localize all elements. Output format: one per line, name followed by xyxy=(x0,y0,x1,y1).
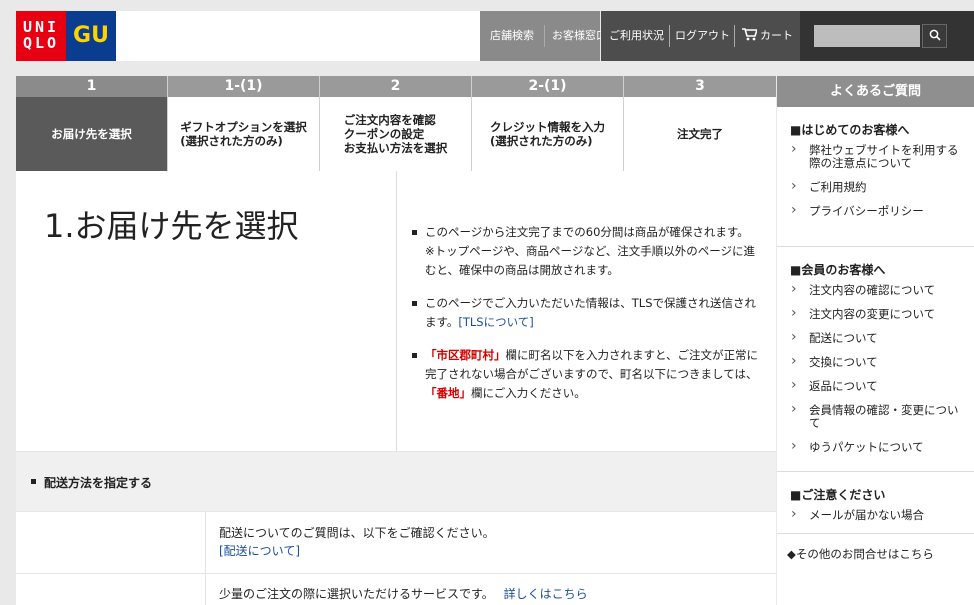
faq-link[interactable]: メールが届かない場合 xyxy=(777,508,974,522)
step-number: 2-(1) xyxy=(472,76,623,97)
row-label-cell xyxy=(16,512,206,573)
step-number: 1 xyxy=(16,76,167,97)
info-item-tls: このページでご入力いただいた情報は、TLSで保護され送信されます。[TLSについ… xyxy=(411,294,761,332)
step-2: 2 ご注文内容を確認 クーポンの設定 お支払い方法を選択 xyxy=(320,76,471,171)
nav-divider xyxy=(734,25,735,47)
info-item-address: 「市区郡町村」欄に町名以下を入力されますと、ご注文が正常に完了されない場合がござ… xyxy=(411,346,761,403)
faq-link[interactable]: プライバシーポリシー xyxy=(777,204,974,218)
faq-section-title: ■会員のお客様へ xyxy=(790,263,886,277)
info-text: 欄にご入力ください。 xyxy=(471,386,586,400)
step-label: クレジット情報を入力 (選択された方のみ) xyxy=(490,120,605,148)
row-label-cell xyxy=(16,574,206,605)
step-label: ご注文内容を確認 クーポンの設定 お支払い方法を選択 xyxy=(343,113,448,155)
shipping-row-info: 配送についてのご質問は、以下をご確認ください。 [配送について] xyxy=(16,511,776,573)
faq-sidebar: よくあるご質問 ■はじめてのお客様へ 弊社ウェブサイトを利用する際の注意点につい… xyxy=(777,76,974,605)
step-label: ギフトオプションを選択 (選択された方のみ) xyxy=(180,120,307,148)
checkout-steps: 1 お届け先を選択 1-(1) ギフトオプションを選択 (選択された方のみ) 2… xyxy=(16,76,776,171)
faq-section-title: ■ご注意ください xyxy=(790,488,886,502)
bullet-square xyxy=(31,479,36,484)
faq-section-members: ■会員のお客様へ 注文内容の確認について 注文内容の変更について 配送について … xyxy=(777,247,974,472)
shipping-row-service: 少量のご注文の際に選択いただけるサービスです。 詳しくはこちら xyxy=(16,573,776,605)
row-content: 配送についてのご質問は、以下をご確認ください。 [配送について] xyxy=(219,524,495,560)
nav-group-store: 店舗検索 お客様窓口 xyxy=(480,11,607,61)
faq-link[interactable]: 注文内容の変更について xyxy=(777,307,974,321)
search-input[interactable] xyxy=(814,25,920,47)
nav-divider xyxy=(544,25,545,47)
search-bar xyxy=(800,11,974,61)
service-text: 少量のご注文の際に選択いただけるサービスです。 xyxy=(219,587,494,601)
cart-label: カート xyxy=(760,29,793,42)
faq-link[interactable]: ご利用規約 xyxy=(777,180,974,194)
nav-group-account: ご利用状況 ログアウト カート xyxy=(601,11,800,61)
faq-heading: よくあるご質問 xyxy=(777,76,974,107)
info-item-reservation: このページから注文完了までの60分間は商品が確保されます。 ※トップページや、商… xyxy=(411,223,761,280)
site-header: UNI QLO GU 店舗検索 お客様窓口 ご利用状況 ログアウト カート xyxy=(16,11,974,61)
faq-link[interactable]: 注文内容の確認について xyxy=(777,283,974,297)
step-2-1: 2-(1) クレジット情報を入力 (選択された方のみ) xyxy=(472,76,623,171)
step-1: 1 お届け先を選択 xyxy=(16,76,181,171)
faq-link[interactable]: 交換について xyxy=(777,355,974,369)
logo-text-line1: UNI xyxy=(22,18,60,36)
faq-link[interactable]: 返品について xyxy=(777,379,974,393)
uniqlo-logo[interactable]: UNI QLO xyxy=(16,11,66,61)
step-label: 注文完了 xyxy=(677,127,723,141)
highlight-city: 「市区郡町村」 xyxy=(425,348,506,362)
search-icon xyxy=(929,29,941,41)
shipping-info-text: 配送についてのご質問は、以下をご確認ください。 xyxy=(219,526,495,540)
step-number: 1-(1) xyxy=(168,76,319,97)
nav-store-search[interactable]: 店舗検索 xyxy=(490,11,534,61)
faq-link[interactable]: 会員情報の確認・変更について xyxy=(777,403,974,430)
shipping-heading-text: 配送方法を指定する xyxy=(44,476,153,490)
step-3: 3 注文完了 xyxy=(624,76,776,171)
search-button[interactable] xyxy=(922,24,947,48)
details-link[interactable]: 詳しくはこちら xyxy=(504,587,588,601)
faq-section-first-time: ■はじめてのお客様へ 弊社ウェブサイトを利用する際の注意点について ご利用規約 … xyxy=(777,107,974,247)
other-inquiries-link[interactable]: ◆その他のお問合せはこちら xyxy=(787,546,934,562)
faq-link[interactable]: ゆうパケットについて xyxy=(777,440,974,454)
shipping-about-link[interactable]: [配送について] xyxy=(219,544,300,558)
info-text: このページから注文完了までの60分間は商品が確保されます。 xyxy=(425,225,749,239)
faq-section-caution: ■ご注意ください メールが届かない場合 xyxy=(777,472,974,534)
info-panel: このページから注文完了までの60分間は商品が確保されます。 ※トップページや、商… xyxy=(396,171,776,451)
logo-text-line2: QLO xyxy=(22,34,60,52)
title-panel: 1.お届け先を選択 xyxy=(16,171,396,451)
nav-divider xyxy=(669,25,670,47)
highlight-address: 「番地」 xyxy=(425,386,471,400)
info-list: このページから注文完了までの60分間は商品が確保されます。 ※トップページや、商… xyxy=(411,223,761,417)
row-content: 少量のご注文の際に選択いただけるサービスです。 詳しくはこちら xyxy=(219,585,588,603)
step-label: お届け先を選択 xyxy=(16,97,167,171)
cart-icon xyxy=(742,28,759,41)
step-1-1: 1-(1) ギフトオプションを選択 (選択された方のみ) xyxy=(168,76,319,171)
nav-usage-status[interactable]: ご利用状況 xyxy=(609,11,664,61)
nav-logout[interactable]: ログアウト xyxy=(675,11,730,61)
faq-link[interactable]: 弊社ウェブサイトを利用する際の注意点について xyxy=(777,143,974,170)
nav-cart[interactable]: カート xyxy=(742,11,793,61)
faq-link[interactable]: 配送について xyxy=(777,331,974,345)
step-number: 2 xyxy=(320,76,471,97)
nav-customer-service[interactable]: お客様窓口 xyxy=(552,11,607,61)
main-content: 1.お届け先を選択 このページから注文完了までの60分間は商品が確保されます。 … xyxy=(16,171,776,605)
page-title: 1.お届け先を選択 xyxy=(44,207,299,245)
info-note: ※トップページや、商品ページなど、注文手順以外のページに進むと、確保中の商品は開… xyxy=(425,244,756,277)
step-number: 3 xyxy=(624,76,776,97)
header-spacer xyxy=(116,11,480,61)
tls-link[interactable]: [TLSについて] xyxy=(458,315,533,329)
shipping-section-heading: 配送方法を指定する xyxy=(16,451,776,511)
faq-section-title: ■はじめてのお客様へ xyxy=(790,123,910,137)
gu-logo[interactable]: GU xyxy=(66,11,116,61)
